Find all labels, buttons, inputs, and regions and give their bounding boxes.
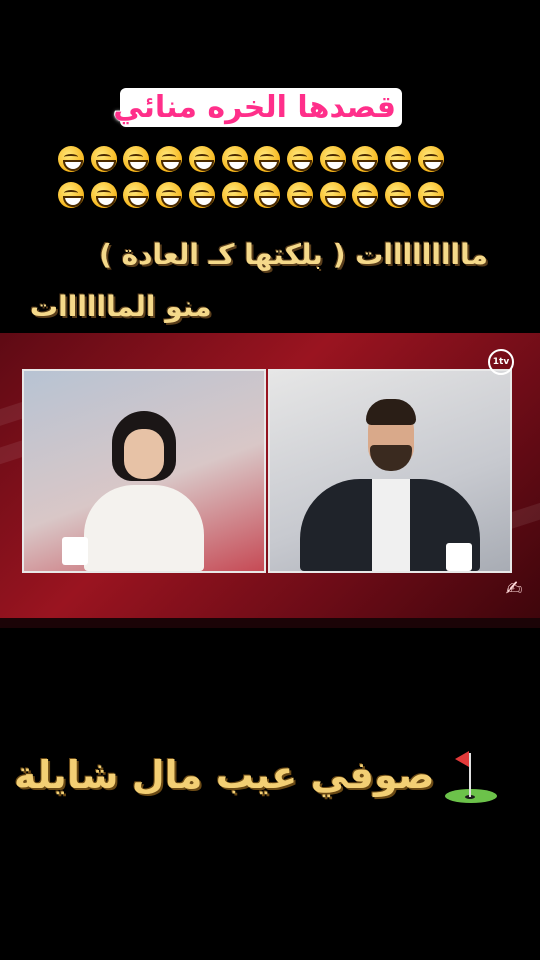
grinning-face-icon xyxy=(287,182,314,208)
mug-icon xyxy=(446,543,472,571)
grinning-face-icon xyxy=(254,146,281,172)
grinning-face-icon xyxy=(221,146,248,172)
grinning-face-icon xyxy=(58,146,84,172)
grinning-face-icon xyxy=(123,182,150,208)
grinning-face-icon xyxy=(319,146,346,172)
presenter-figure xyxy=(74,411,204,571)
grinning-face-icon xyxy=(352,182,379,208)
grinning-face-icon xyxy=(254,182,281,208)
bottom-caption-text: صوفي عيب مال شايلة xyxy=(14,753,435,797)
grinning-face-icon xyxy=(156,146,183,172)
emoji-row-1 xyxy=(58,146,444,172)
channel-logo: 1tv xyxy=(488,349,514,375)
grinning-face-icon xyxy=(385,146,412,172)
caption-title: قصدها الخره منائي xyxy=(113,88,402,127)
grinning-face-icon xyxy=(58,182,84,208)
grinning-face-icon xyxy=(188,146,215,172)
caption-line-3: منو الماااااات xyxy=(30,290,212,323)
news-ticker xyxy=(0,618,540,628)
grinning-face-icon xyxy=(221,182,248,208)
presenter-frame xyxy=(22,369,266,573)
grinning-face-icon xyxy=(417,182,444,208)
grinning-face-icon xyxy=(417,146,444,172)
grinning-face-icon xyxy=(352,146,379,172)
grinning-face-icon xyxy=(156,182,183,208)
video-frame[interactable]: 1tv ✍ xyxy=(0,333,540,628)
show-logo-icon: ✍ xyxy=(505,576,523,600)
grinning-face-icon xyxy=(90,182,117,208)
caption-line-2: مااااااااات ( بلكتها كـ العادة ) xyxy=(99,238,488,271)
golf-flag-icon xyxy=(443,745,497,805)
mug-icon xyxy=(62,537,88,565)
grinning-face-icon xyxy=(90,146,117,172)
grinning-face-icon xyxy=(287,146,314,172)
emoji-row-2 xyxy=(58,182,444,208)
grinning-face-icon xyxy=(319,182,346,208)
guest-frame xyxy=(268,369,512,573)
grinning-face-icon xyxy=(188,182,215,208)
grinning-face-icon xyxy=(385,182,412,208)
bottom-caption: صوفي عيب مال شايلة xyxy=(14,745,497,805)
grinning-face-icon xyxy=(123,146,150,172)
